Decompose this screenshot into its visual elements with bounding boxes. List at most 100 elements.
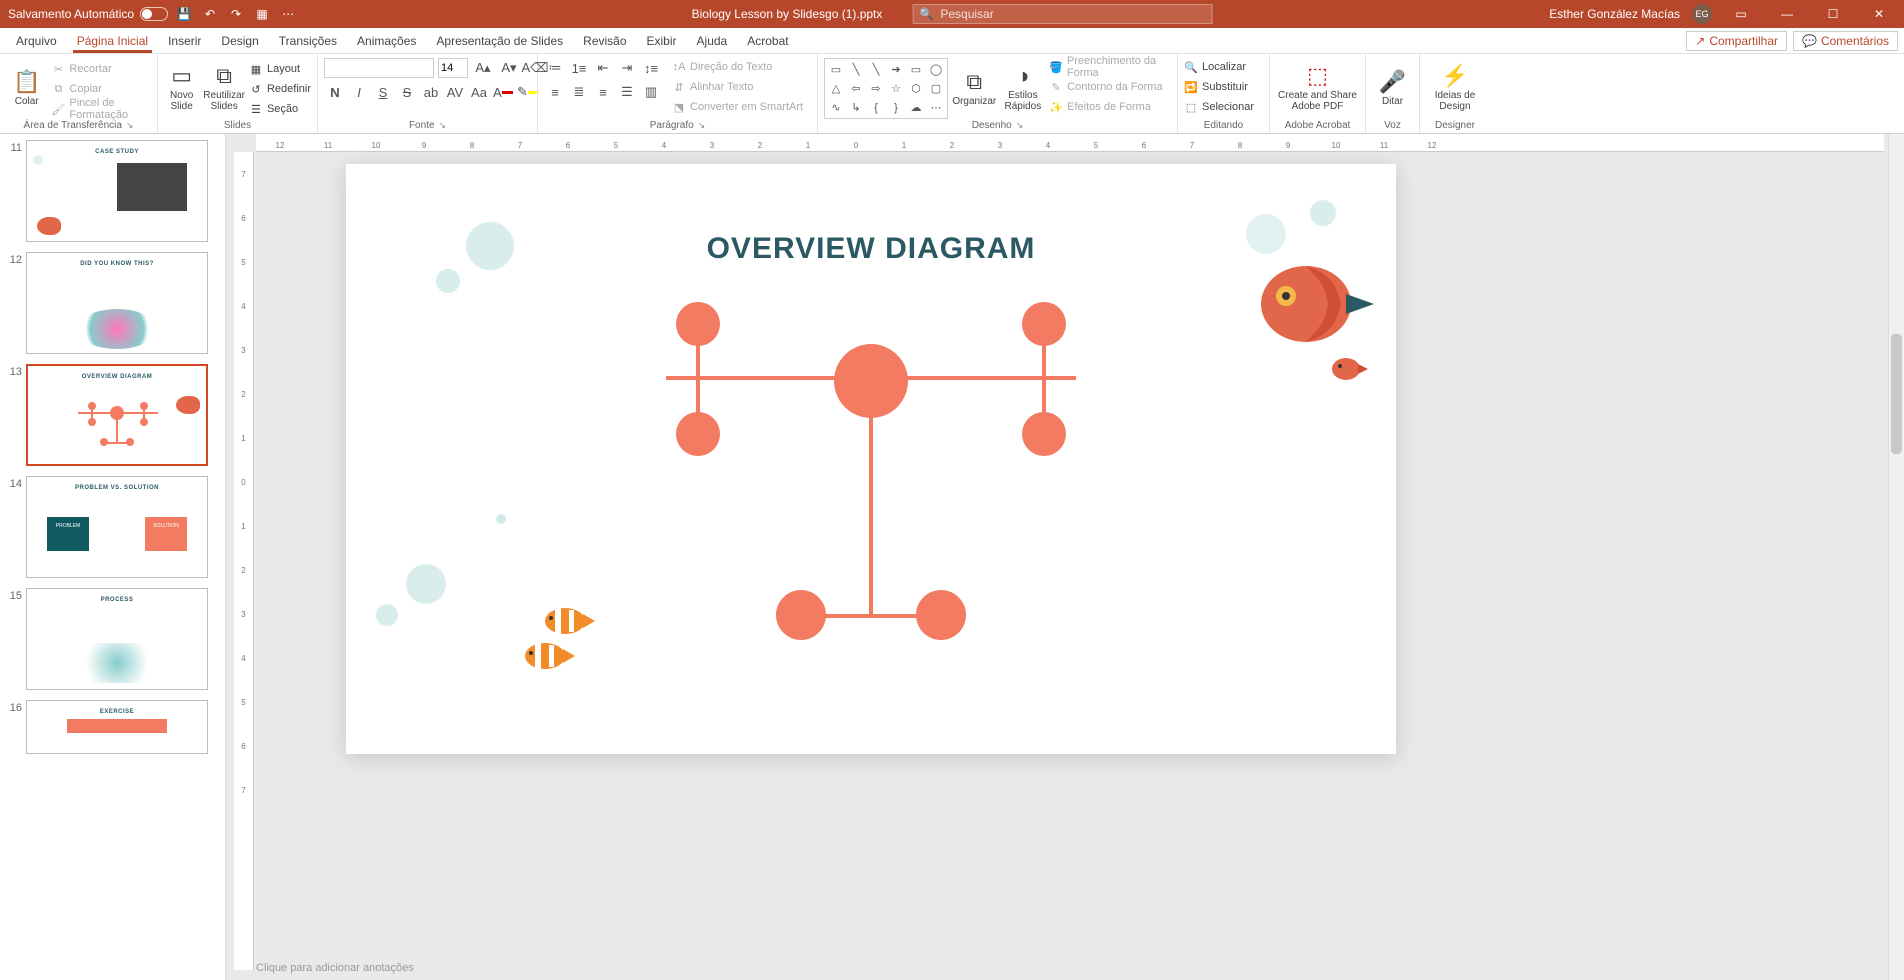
shape-arrowR-icon[interactable]: ⇨: [867, 80, 885, 97]
shape-curve-icon[interactable]: ∿: [827, 99, 845, 116]
font-family-combo[interactable]: [324, 58, 434, 78]
shape-more-icon[interactable]: ⋯: [927, 99, 945, 116]
thumb-slide-11[interactable]: CASE STUDY: [26, 140, 208, 242]
thumb-slide-14[interactable]: PROBLEM VS. SOLUTION PROBLEM SOLUTION: [26, 476, 208, 578]
shape-braceR-icon[interactable]: }: [887, 99, 905, 116]
shape-fill-button[interactable]: 🪣Preenchimento da Forma: [1049, 58, 1171, 76]
shape-line-icon[interactable]: ╲: [847, 61, 865, 78]
shape-line2-icon[interactable]: ╲: [867, 61, 885, 78]
thumb-slide-16[interactable]: EXERCISE: [26, 700, 208, 754]
tab-revisao[interactable]: Revisão: [573, 30, 636, 53]
adobe-pdf-button[interactable]: ⬚Create and Share Adobe PDF: [1276, 58, 1359, 116]
format-painter-button[interactable]: 🖌Pincel de Formatação: [51, 100, 151, 118]
shape-connector-icon[interactable]: ↳: [847, 99, 865, 116]
line-spacing-icon[interactable]: ↕≡: [640, 58, 662, 78]
tab-transicoes[interactable]: Transições: [269, 30, 347, 53]
diagram-node[interactable]: [916, 590, 966, 640]
drawing-launcher-icon[interactable]: ↘: [1016, 120, 1024, 131]
replace-button[interactable]: 🔁Substituir: [1184, 78, 1248, 96]
text-direction-button[interactable]: ↕ADireção do Texto: [672, 58, 803, 76]
decrease-indent-icon[interactable]: ⇤: [592, 58, 614, 78]
shape-star-icon[interactable]: ☆: [887, 80, 905, 97]
save-icon[interactable]: 💾: [174, 4, 194, 24]
redo-icon[interactable]: ↷: [226, 4, 246, 24]
shape-braceL-icon[interactable]: {: [867, 99, 885, 116]
paste-button[interactable]: 📋 Colar: [6, 58, 47, 116]
user-avatar[interactable]: EG: [1692, 4, 1712, 24]
bullets-icon[interactable]: ≔: [544, 58, 566, 78]
autosave-toggle[interactable]: [140, 7, 168, 21]
shape-hex-icon[interactable]: ⬡: [907, 80, 925, 97]
change-case-icon[interactable]: Aa: [468, 82, 490, 102]
qat-more-icon[interactable]: ⋯: [278, 4, 298, 24]
decrease-font-icon[interactable]: A▾: [498, 58, 520, 78]
section-button[interactable]: ☰Seção: [249, 100, 311, 118]
arrange-button[interactable]: ⧉Organizar: [952, 58, 997, 116]
diagram-node[interactable]: [1022, 412, 1066, 456]
char-spacing-icon[interactable]: AV: [444, 82, 466, 102]
tab-ajuda[interactable]: Ajuda: [687, 30, 738, 53]
find-button[interactable]: 🔍Localizar: [1184, 58, 1246, 76]
shape-outline-button[interactable]: ✎Contorno da Forma: [1049, 78, 1171, 96]
tab-apresentacao[interactable]: Apresentação de Slides: [426, 30, 573, 53]
reuse-slides-button[interactable]: ⧉ Reutilizar Slides: [203, 58, 245, 116]
shape-rrect-icon[interactable]: ▢: [927, 80, 945, 97]
shape-arrowL-icon[interactable]: ⇦: [847, 80, 865, 97]
increase-indent-icon[interactable]: ⇥: [616, 58, 638, 78]
comments-button[interactable]: 💬Comentários: [1793, 31, 1898, 51]
close-icon[interactable]: ✕: [1862, 0, 1896, 28]
slide-canvas[interactable]: OVERVIEW DIAGRAM: [346, 164, 1396, 754]
thumb-slide-12[interactable]: DID YOU KNOW THIS?: [26, 252, 208, 354]
underline-icon[interactable]: S: [372, 82, 394, 102]
italic-icon[interactable]: I: [348, 82, 370, 102]
numbering-icon[interactable]: 1≡: [568, 58, 590, 78]
align-text-button[interactable]: ⇵Alinhar Texto: [672, 78, 803, 96]
clownfish-illustration[interactable]: [541, 604, 595, 638]
tab-pagina-inicial[interactable]: Página Inicial: [67, 30, 158, 53]
font-launcher-icon[interactable]: ↘: [439, 120, 447, 131]
design-ideas-button[interactable]: ⚡Ideias de Design: [1426, 58, 1484, 116]
diagram-node[interactable]: [676, 302, 720, 346]
shape-tri-icon[interactable]: △: [827, 80, 845, 97]
shape-callout-icon[interactable]: ☁: [907, 99, 925, 116]
diagram-node-center[interactable]: [834, 344, 908, 418]
minimize-icon[interactable]: —: [1770, 0, 1804, 28]
diagram-node[interactable]: [676, 412, 720, 456]
shape-effects-button[interactable]: ✨Efeitos de Forma: [1049, 98, 1171, 116]
fish-small-illustration[interactable]: [1328, 354, 1368, 384]
shadow-icon[interactable]: ab: [420, 82, 442, 102]
reset-button[interactable]: ↺Redefinir: [249, 80, 311, 98]
font-size-combo[interactable]: [438, 58, 468, 78]
font-color-button[interactable]: A: [492, 82, 514, 102]
fish-illustration[interactable]: [1246, 254, 1376, 354]
thumb-slide-13[interactable]: OVERVIEW DIAGRAM: [26, 364, 208, 466]
clownfish-illustration-2[interactable]: [521, 639, 575, 673]
tab-animacoes[interactable]: Animações: [347, 30, 426, 53]
highlight-button[interactable]: ✎: [516, 82, 538, 102]
scrollbar-thumb[interactable]: [1891, 334, 1902, 454]
slide-thumbnails[interactable]: 11 CASE STUDY 12 DID YOU KNOW THIS? 13 O…: [0, 134, 226, 980]
tab-arquivo[interactable]: Arquivo: [6, 30, 67, 53]
tab-acrobat[interactable]: Acrobat: [737, 30, 798, 53]
notes-placeholder[interactable]: Clique para adicionar anotações: [256, 962, 414, 974]
shape-arrow-icon[interactable]: ➔: [887, 61, 905, 78]
clipboard-launcher-icon[interactable]: ↘: [126, 120, 134, 131]
new-slide-button[interactable]: ▭ Novo Slide: [164, 58, 199, 116]
cut-button[interactable]: ✂Recortar: [51, 60, 151, 78]
diagram-node[interactable]: [776, 590, 826, 640]
ribbon-display-icon[interactable]: ▭: [1724, 0, 1758, 28]
layout-button[interactable]: ▦Layout: [249, 60, 311, 78]
search-box[interactable]: 🔍 Pesquisar: [912, 4, 1212, 24]
copy-button[interactable]: ⧉Copiar: [51, 80, 151, 98]
quick-styles-button[interactable]: ◑Estilos Rápidos: [1001, 58, 1046, 116]
select-button[interactable]: ⬚Selecionar: [1184, 98, 1254, 116]
present-icon[interactable]: ▦: [252, 4, 272, 24]
align-center-icon[interactable]: ≣: [568, 82, 590, 102]
tab-exibir[interactable]: Exibir: [637, 30, 687, 53]
shapes-gallery[interactable]: ▭╲╲➔▭◯ △⇦⇨☆⬡▢ ∿↳{}☁⋯: [824, 58, 948, 119]
diagram-node[interactable]: [1022, 302, 1066, 346]
shape-textbox-icon[interactable]: ▭: [827, 61, 845, 78]
dictate-button[interactable]: 🎤Ditar: [1372, 58, 1413, 116]
paragraph-launcher-icon[interactable]: ↘: [698, 120, 706, 131]
tab-inserir[interactable]: Inserir: [158, 30, 211, 53]
